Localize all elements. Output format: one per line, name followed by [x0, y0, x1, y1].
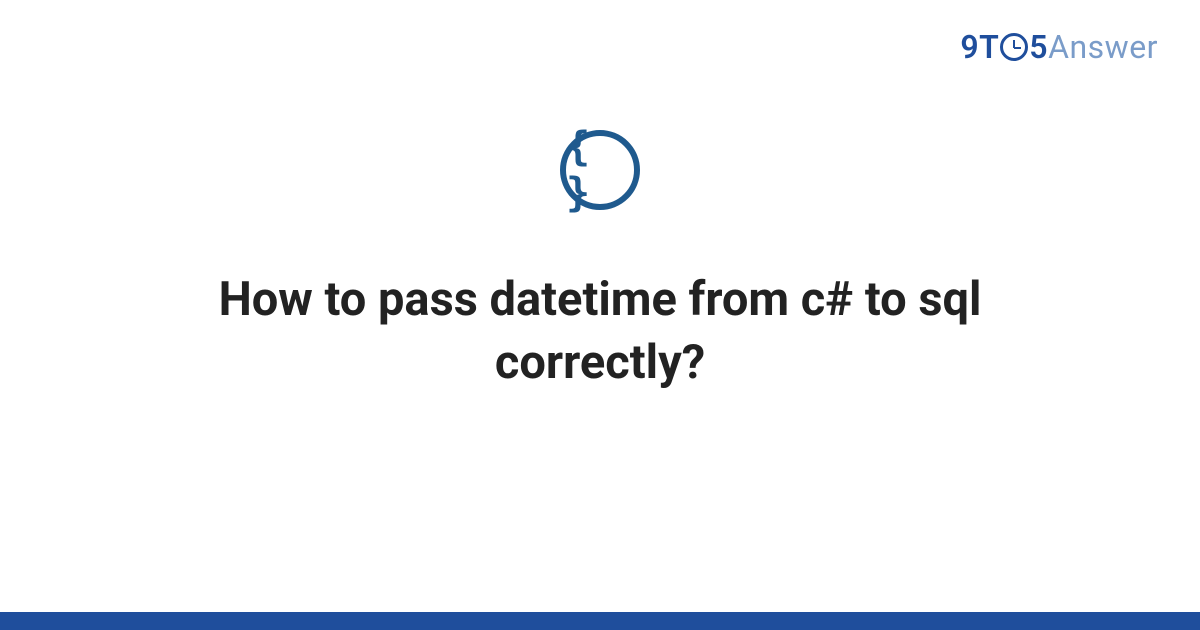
logo-prefix: 9T: [960, 28, 999, 66]
question-title: How to pass datetime from c# to sql corr…: [100, 268, 1100, 395]
logo-suffix-digit: 5: [1029, 28, 1048, 66]
site-logo: 9T 5Answer: [960, 28, 1158, 66]
icon-glyph: { }: [566, 124, 634, 216]
main-content: { } How to pass datetime from c# to sql …: [0, 130, 1200, 395]
clock-icon: [1000, 33, 1028, 61]
code-braces-icon: { }: [560, 130, 640, 210]
footer-accent-bar: [0, 612, 1200, 630]
logo-suffix-word: Answer: [1048, 28, 1158, 66]
